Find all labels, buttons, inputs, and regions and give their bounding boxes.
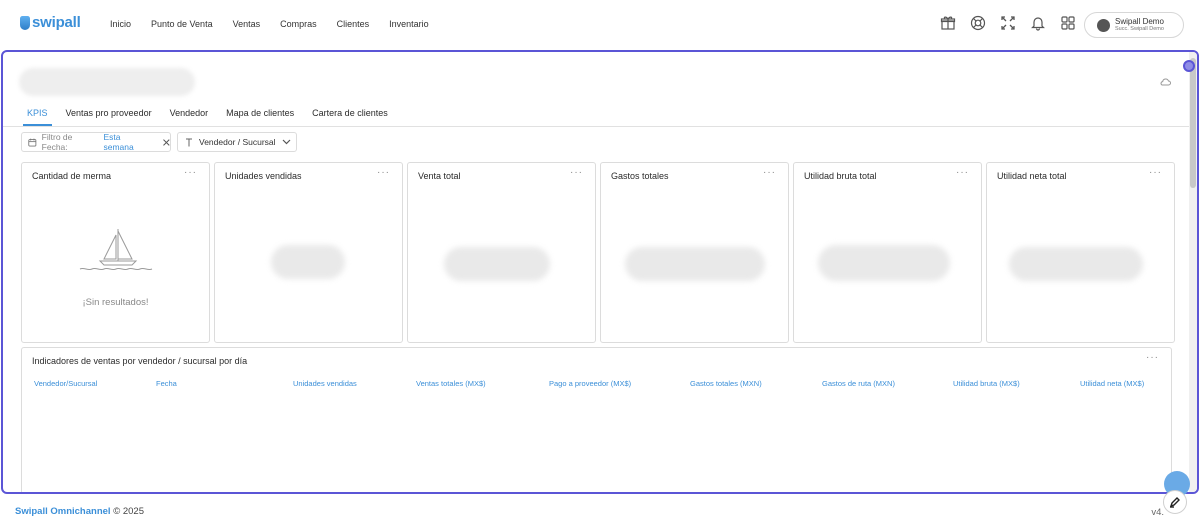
column-header[interactable]: Gastos de ruta (MXN) bbox=[822, 379, 895, 388]
kpi-title: Utilidad neta total bbox=[997, 171, 1067, 181]
column-header[interactable]: Vendedor/Sucursal bbox=[34, 379, 97, 388]
user-avatar-icon bbox=[1097, 18, 1110, 32]
kpi-value-placeholder bbox=[625, 247, 765, 281]
clear-filter-icon[interactable] bbox=[163, 138, 170, 146]
user-info: Swipall Demo Succ. Swipall Demo bbox=[1115, 16, 1164, 33]
user-name: Swipall Demo bbox=[1115, 16, 1164, 26]
text-filter-icon bbox=[186, 138, 192, 146]
footer-copyright: Swipall Omnichannel © 2025 bbox=[15, 506, 144, 517]
brand-logo[interactable]: swipall bbox=[20, 14, 81, 31]
date-filter-value: Esta semana bbox=[103, 132, 134, 152]
date-filter-label: Filtro de Fecha: bbox=[41, 132, 73, 152]
table-title: Indicadores de ventas por vendedor / suc… bbox=[32, 356, 248, 366]
column-header[interactable]: Unidades vendidas bbox=[293, 379, 357, 388]
sales-indicators-table: Indicadores de ventas por vendedor / suc… bbox=[21, 347, 1172, 492]
kpi-card-venta-total: Venta total ··· bbox=[407, 162, 596, 343]
nav-inventario[interactable]: Inventario bbox=[389, 19, 429, 29]
card-menu-icon[interactable]: ··· bbox=[956, 167, 969, 178]
kpi-value-placeholder bbox=[444, 247, 550, 281]
card-menu-icon[interactable]: ··· bbox=[184, 167, 197, 178]
vertical-scrollbar[interactable] bbox=[1183, 52, 1197, 492]
card-menu-icon[interactable]: ··· bbox=[570, 167, 583, 178]
column-header[interactable]: Gastos totales (MXN) bbox=[690, 379, 762, 388]
tabs-divider bbox=[3, 126, 1193, 127]
column-header[interactable]: Ventas totales (MX$) bbox=[416, 379, 486, 388]
kpi-title: Utilidad bruta total bbox=[804, 171, 877, 181]
logo-mark-icon bbox=[20, 15, 30, 30]
empty-state-text: ¡Sin resultados! bbox=[82, 297, 149, 308]
tab-vendedor[interactable]: Vendedor bbox=[166, 108, 213, 126]
fullscreen-icon[interactable] bbox=[1000, 15, 1016, 31]
card-menu-icon[interactable]: ··· bbox=[377, 167, 390, 178]
apps-grid-icon[interactable] bbox=[1060, 15, 1076, 31]
empty-sailboat-icon bbox=[79, 229, 153, 271]
tab-bar: KPIS Ventas pro proveedor Vendedor Mapa … bbox=[23, 108, 392, 126]
calendar-icon bbox=[28, 138, 37, 146]
kpi-title: Gastos totales bbox=[611, 171, 669, 181]
kpi-title: Venta total bbox=[418, 171, 461, 181]
kpi-value-placeholder bbox=[1009, 247, 1143, 281]
tab-kpis[interactable]: KPIS bbox=[23, 108, 52, 126]
column-header[interactable]: Utilidad neta (MX$) bbox=[1080, 379, 1144, 388]
nav-inicio[interactable]: Inicio bbox=[110, 19, 131, 29]
page-title-placeholder bbox=[19, 68, 195, 96]
kpi-card-gastos-totales: Gastos totales ··· bbox=[600, 162, 789, 343]
card-menu-icon[interactable]: ··· bbox=[763, 167, 776, 178]
table-header-row: Vendedor/Sucursal Fecha Unidades vendida… bbox=[22, 379, 1171, 391]
main-content-frame: KPIS Ventas pro proveedor Vendedor Mapa … bbox=[1, 50, 1199, 494]
kpi-value-placeholder bbox=[271, 245, 345, 279]
group-by-label: Vendedor / Sucursal bbox=[199, 137, 276, 147]
header-tools bbox=[940, 15, 1076, 31]
group-by-select[interactable]: Vendedor / Sucursal bbox=[177, 132, 297, 152]
kpi-card-utilidad-neta: Utilidad neta total ··· bbox=[986, 162, 1175, 343]
kpi-title: Unidades vendidas bbox=[225, 171, 302, 181]
gift-icon[interactable] bbox=[940, 15, 956, 31]
copyright-text: © 2025 bbox=[113, 506, 144, 517]
scroll-thumb[interactable] bbox=[1190, 58, 1196, 188]
card-menu-icon[interactable]: ··· bbox=[1149, 167, 1162, 178]
kpi-card-merma: Cantidad de merma ··· ¡Sin resultados! bbox=[21, 162, 210, 343]
nav-compras[interactable]: Compras bbox=[280, 19, 317, 29]
logo-text: swipall bbox=[32, 14, 81, 31]
support-icon[interactable] bbox=[970, 15, 986, 31]
kpi-cards: Cantidad de merma ··· ¡Sin resultados! U… bbox=[21, 162, 1175, 343]
chevron-down-icon bbox=[282, 139, 290, 145]
nav-clientes[interactable]: Clientes bbox=[337, 19, 370, 29]
kpi-card-utilidad-bruta: Utilidad bruta total ··· bbox=[793, 162, 982, 343]
top-navbar: swipall Inicio Punto de Venta Ventas Com… bbox=[0, 0, 1200, 48]
table-menu-icon[interactable]: ··· bbox=[1146, 352, 1159, 363]
tab-mapa-clientes[interactable]: Mapa de clientes bbox=[222, 108, 298, 126]
kpi-title: Cantidad de merma bbox=[32, 171, 112, 181]
date-filter-chip[interactable]: Filtro de Fecha: Esta semana bbox=[21, 132, 171, 152]
column-header[interactable]: Fecha bbox=[156, 379, 177, 388]
column-header[interactable]: Utilidad bruta (MX$) bbox=[953, 379, 1020, 388]
nav-ventas[interactable]: Ventas bbox=[233, 19, 261, 29]
nav-punto-de-venta[interactable]: Punto de Venta bbox=[151, 19, 213, 29]
app-version: v4. bbox=[1151, 507, 1164, 518]
column-header[interactable]: Pago a proveedor (MX$) bbox=[549, 379, 631, 388]
cloud-icon[interactable] bbox=[1159, 78, 1171, 86]
bell-icon[interactable] bbox=[1030, 15, 1046, 31]
user-branch: Succ. Swipall Demo bbox=[1115, 25, 1164, 32]
tab-ventas-proveedor[interactable]: Ventas pro proveedor bbox=[62, 108, 156, 126]
scroll-handle-icon[interactable] bbox=[1183, 60, 1195, 72]
user-menu[interactable]: Swipall Demo Succ. Swipall Demo bbox=[1084, 12, 1184, 38]
footer-brand-link[interactable]: Swipall Omnichannel bbox=[15, 506, 111, 517]
page-footer: Swipall Omnichannel © 2025 v4. bbox=[0, 497, 1200, 529]
main-nav: Inicio Punto de Venta Ventas Compras Cli… bbox=[110, 0, 429, 48]
kpi-value-placeholder bbox=[818, 245, 950, 281]
kpi-card-unidades-vendidas: Unidades vendidas ··· bbox=[214, 162, 403, 343]
tab-cartera-clientes[interactable]: Cartera de clientes bbox=[308, 108, 392, 126]
